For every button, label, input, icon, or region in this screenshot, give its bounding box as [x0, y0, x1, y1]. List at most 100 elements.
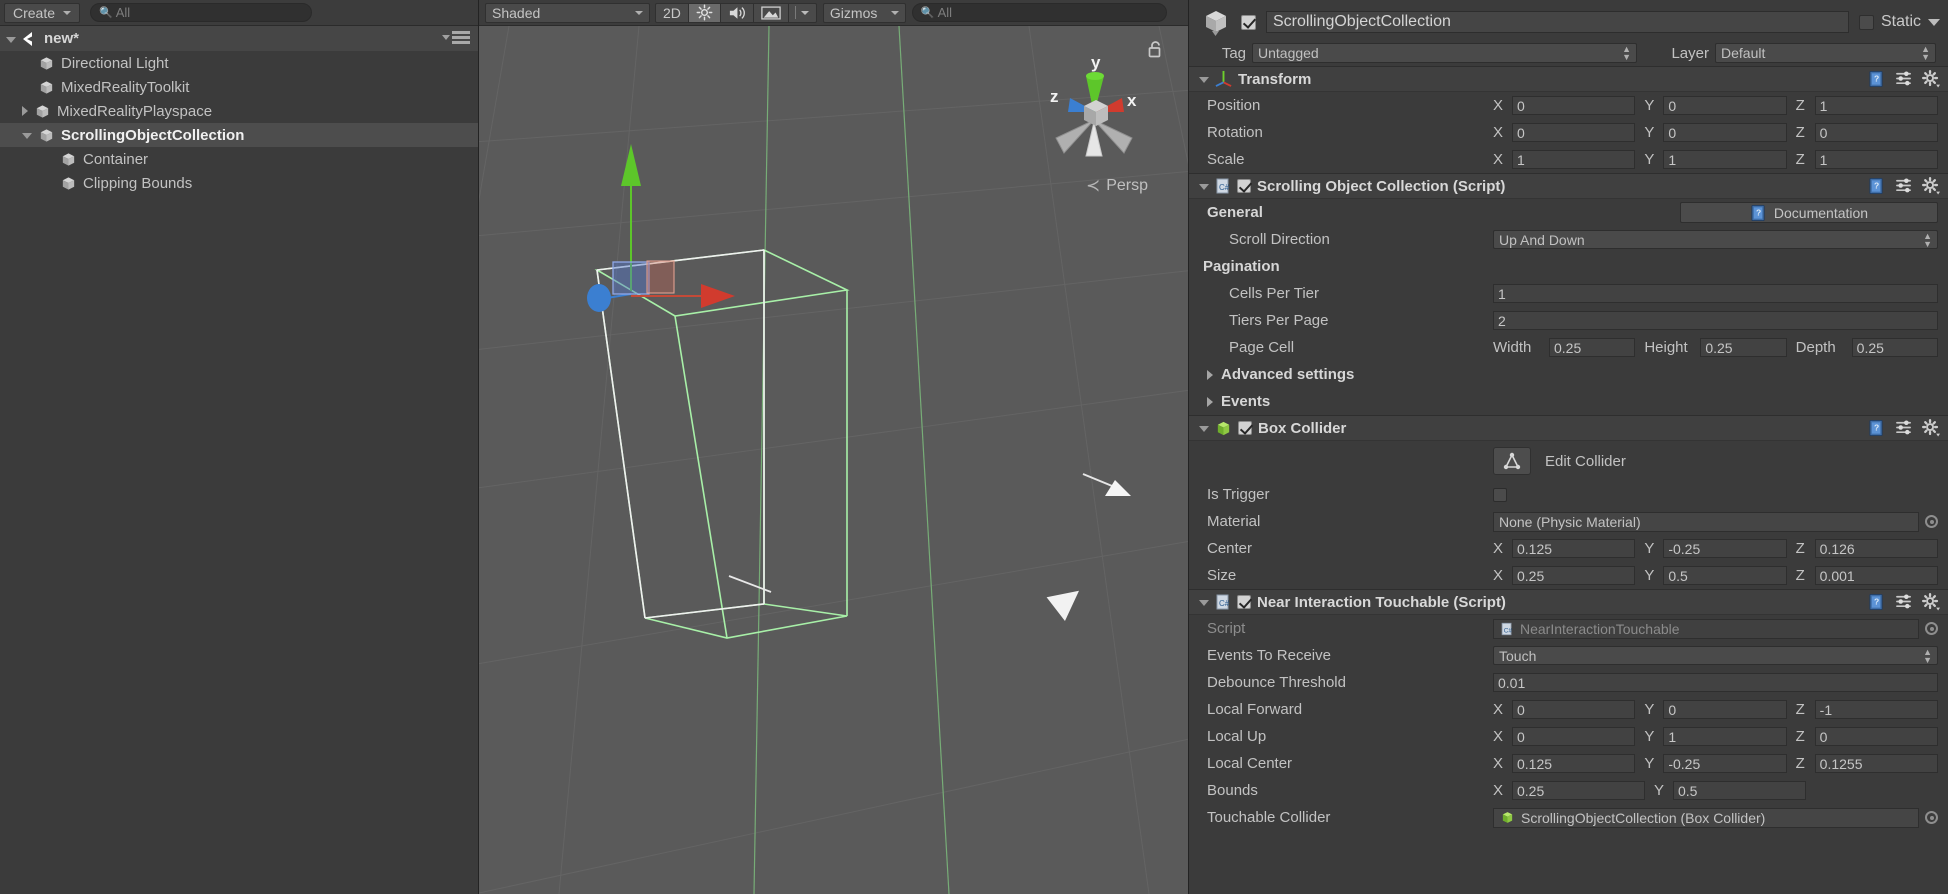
- preset-icon[interactable]: [1895, 70, 1913, 88]
- gear-icon[interactable]: [1922, 177, 1940, 195]
- 2d-toggle-button[interactable]: 2D: [655, 3, 689, 23]
- object-picker-icon[interactable]: [1925, 622, 1938, 635]
- chevron-right-icon[interactable]: [1207, 397, 1213, 407]
- hierarchy-item-directional-light[interactable]: Directional Light: [0, 51, 478, 75]
- static-checkbox[interactable]: [1859, 15, 1874, 30]
- local-center-y-input[interactable]: -0.25: [1663, 754, 1786, 773]
- lighting-toggle-button[interactable]: [689, 3, 721, 23]
- preset-icon[interactable]: [1895, 177, 1913, 195]
- chevron-down-icon[interactable]: [1199, 426, 1209, 432]
- foldout-events[interactable]: Events: [1189, 388, 1948, 415]
- position-x-input[interactable]: 0: [1512, 96, 1635, 115]
- gameobject-name-input[interactable]: ScrollingObjectCollection: [1266, 11, 1849, 33]
- effects-toggle-button[interactable]: [754, 3, 789, 23]
- chevron-right-icon[interactable]: [22, 106, 28, 116]
- rotation-x-input[interactable]: 0: [1512, 123, 1635, 142]
- layer-dropdown[interactable]: Default ▲▼: [1715, 43, 1936, 63]
- hierarchy-scene-root[interactable]: new*: [0, 26, 478, 51]
- scale-x-input[interactable]: 1: [1512, 150, 1635, 169]
- chevron-down-icon[interactable]: [1199, 600, 1209, 606]
- edit-collider-button[interactable]: [1493, 447, 1531, 475]
- help-icon[interactable]: ?: [1868, 70, 1886, 88]
- local-up-x-input[interactable]: 0: [1512, 727, 1635, 746]
- local-forward-z-input[interactable]: -1: [1815, 700, 1938, 719]
- static-toggle[interactable]: Static: [1859, 13, 1940, 31]
- page-cell-depth-input[interactable]: 0.25: [1852, 338, 1938, 357]
- tag-dropdown[interactable]: Untagged ▲▼: [1252, 43, 1637, 63]
- hierarchy-item-clipping-bounds[interactable]: Clipping Bounds: [0, 171, 478, 195]
- position-z-input[interactable]: 1: [1815, 96, 1938, 115]
- component-enabled-checkbox[interactable]: [1237, 595, 1251, 609]
- page-cell-height-input[interactable]: 0.25: [1700, 338, 1786, 357]
- help-icon[interactable]: ?: [1868, 177, 1886, 195]
- page-cell-width-input[interactable]: 0.25: [1549, 338, 1635, 357]
- component-enabled-checkbox[interactable]: [1237, 179, 1251, 193]
- scene-viewport[interactable]: y x z: [479, 26, 1188, 894]
- rotation-z-input[interactable]: 0: [1815, 123, 1938, 142]
- local-forward-x-input[interactable]: 0: [1512, 700, 1635, 719]
- hierarchy-item-mixedrealitytoolkit[interactable]: MixedRealityToolkit: [0, 75, 478, 99]
- chevron-down-icon[interactable]: [1199, 184, 1209, 190]
- component-header-near-interaction-touchable[interactable]: C#Near Interaction Touchable (Script)?: [1189, 590, 1948, 615]
- hierarchy-item-container[interactable]: Container: [0, 147, 478, 171]
- local-up-z-input[interactable]: 0: [1815, 727, 1938, 746]
- debounce-threshold-input[interactable]: 0.01: [1493, 673, 1938, 692]
- chevron-right-icon[interactable]: [1207, 370, 1213, 380]
- local-center-z-input[interactable]: 0.1255: [1815, 754, 1938, 773]
- hierarchy-search-input[interactable]: 🔍 All: [90, 3, 312, 22]
- foldout-advanced-settings[interactable]: Advanced settings: [1189, 361, 1948, 388]
- help-icon[interactable]: ?: [1868, 419, 1886, 437]
- size-x-input[interactable]: 0.25: [1512, 566, 1635, 585]
- chevron-down-icon[interactable]: [1928, 19, 1940, 26]
- position-y-input[interactable]: 0: [1663, 96, 1786, 115]
- scroll-direction-dropdown[interactable]: Up And Down▲▼: [1493, 230, 1938, 249]
- component-header-transform[interactable]: Transform?: [1189, 67, 1948, 92]
- scene-search-input[interactable]: 🔍 All: [912, 3, 1167, 22]
- object-picker-icon[interactable]: [1925, 811, 1938, 824]
- gear-icon[interactable]: [1922, 70, 1940, 88]
- shading-mode-dropdown[interactable]: Shaded: [485, 3, 650, 23]
- effects-dropdown-button[interactable]: [789, 3, 817, 23]
- component-header-scrolling-object-collection[interactable]: C#Scrolling Object Collection (Script)?: [1189, 174, 1948, 199]
- help-icon[interactable]: ?: [1868, 593, 1886, 611]
- create-button[interactable]: Create: [4, 3, 80, 23]
- camera-projection-label[interactable]: ≺ Persp: [1086, 176, 1148, 196]
- object-picker-icon[interactable]: [1925, 515, 1938, 528]
- events-to-receive-dropdown[interactable]: Touch▲▼: [1493, 646, 1938, 665]
- gameobject-enabled-checkbox[interactable]: [1241, 15, 1256, 30]
- hierarchy-item-mixedrealityplayspace[interactable]: MixedRealityPlayspace: [0, 99, 478, 123]
- preset-icon[interactable]: [1895, 419, 1913, 437]
- bounds-x-input[interactable]: 0.25: [1512, 781, 1645, 800]
- hierarchy-item-scrollingobjectcollection[interactable]: ScrollingObjectCollection: [0, 123, 478, 147]
- cells-per-tier-input[interactable]: 1: [1493, 284, 1938, 303]
- preset-icon[interactable]: [1895, 593, 1913, 611]
- center-x-input[interactable]: 0.125: [1512, 539, 1635, 558]
- local-forward-y-input[interactable]: 0: [1663, 700, 1786, 719]
- local-up-y-input[interactable]: 1: [1663, 727, 1786, 746]
- audio-toggle-button[interactable]: [721, 3, 754, 23]
- component-header-box-collider[interactable]: Box Collider?: [1189, 416, 1948, 441]
- size-y-input[interactable]: 0.5: [1663, 566, 1786, 585]
- local-center-x-input[interactable]: 0.125: [1512, 754, 1635, 773]
- center-z-input[interactable]: 0.126: [1815, 539, 1938, 558]
- chevron-down-icon[interactable]: [6, 37, 16, 43]
- documentation-button[interactable]: ?Documentation: [1680, 202, 1938, 223]
- chevron-down-icon[interactable]: [1199, 77, 1209, 83]
- material-object-field[interactable]: None (Physic Material): [1493, 512, 1919, 532]
- gear-icon[interactable]: [1922, 593, 1940, 611]
- scale-y-input[interactable]: 1: [1663, 150, 1786, 169]
- chevron-down-icon[interactable]: [22, 133, 32, 139]
- size-z-input[interactable]: 0.001: [1815, 566, 1938, 585]
- gear-icon[interactable]: [1922, 419, 1940, 437]
- center-y-input[interactable]: -0.25: [1663, 539, 1786, 558]
- hierarchy-context-menu-icon[interactable]: [442, 31, 470, 44]
- script-object-field[interactable]: C#NearInteractionTouchable: [1493, 619, 1919, 639]
- tiers-per-page-input[interactable]: 2: [1493, 311, 1938, 330]
- rotation-y-input[interactable]: 0: [1663, 123, 1786, 142]
- scene-orientation-gizmo[interactable]: y x z: [1034, 50, 1154, 180]
- scale-z-input[interactable]: 1: [1815, 150, 1938, 169]
- is-trigger-checkbox[interactable]: [1493, 488, 1507, 502]
- component-enabled-checkbox[interactable]: [1238, 421, 1252, 435]
- bounds-y-input[interactable]: 0.5: [1673, 781, 1806, 800]
- touchable-collider-object-field[interactable]: ScrollingObjectCollection (Box Collider): [1493, 808, 1919, 828]
